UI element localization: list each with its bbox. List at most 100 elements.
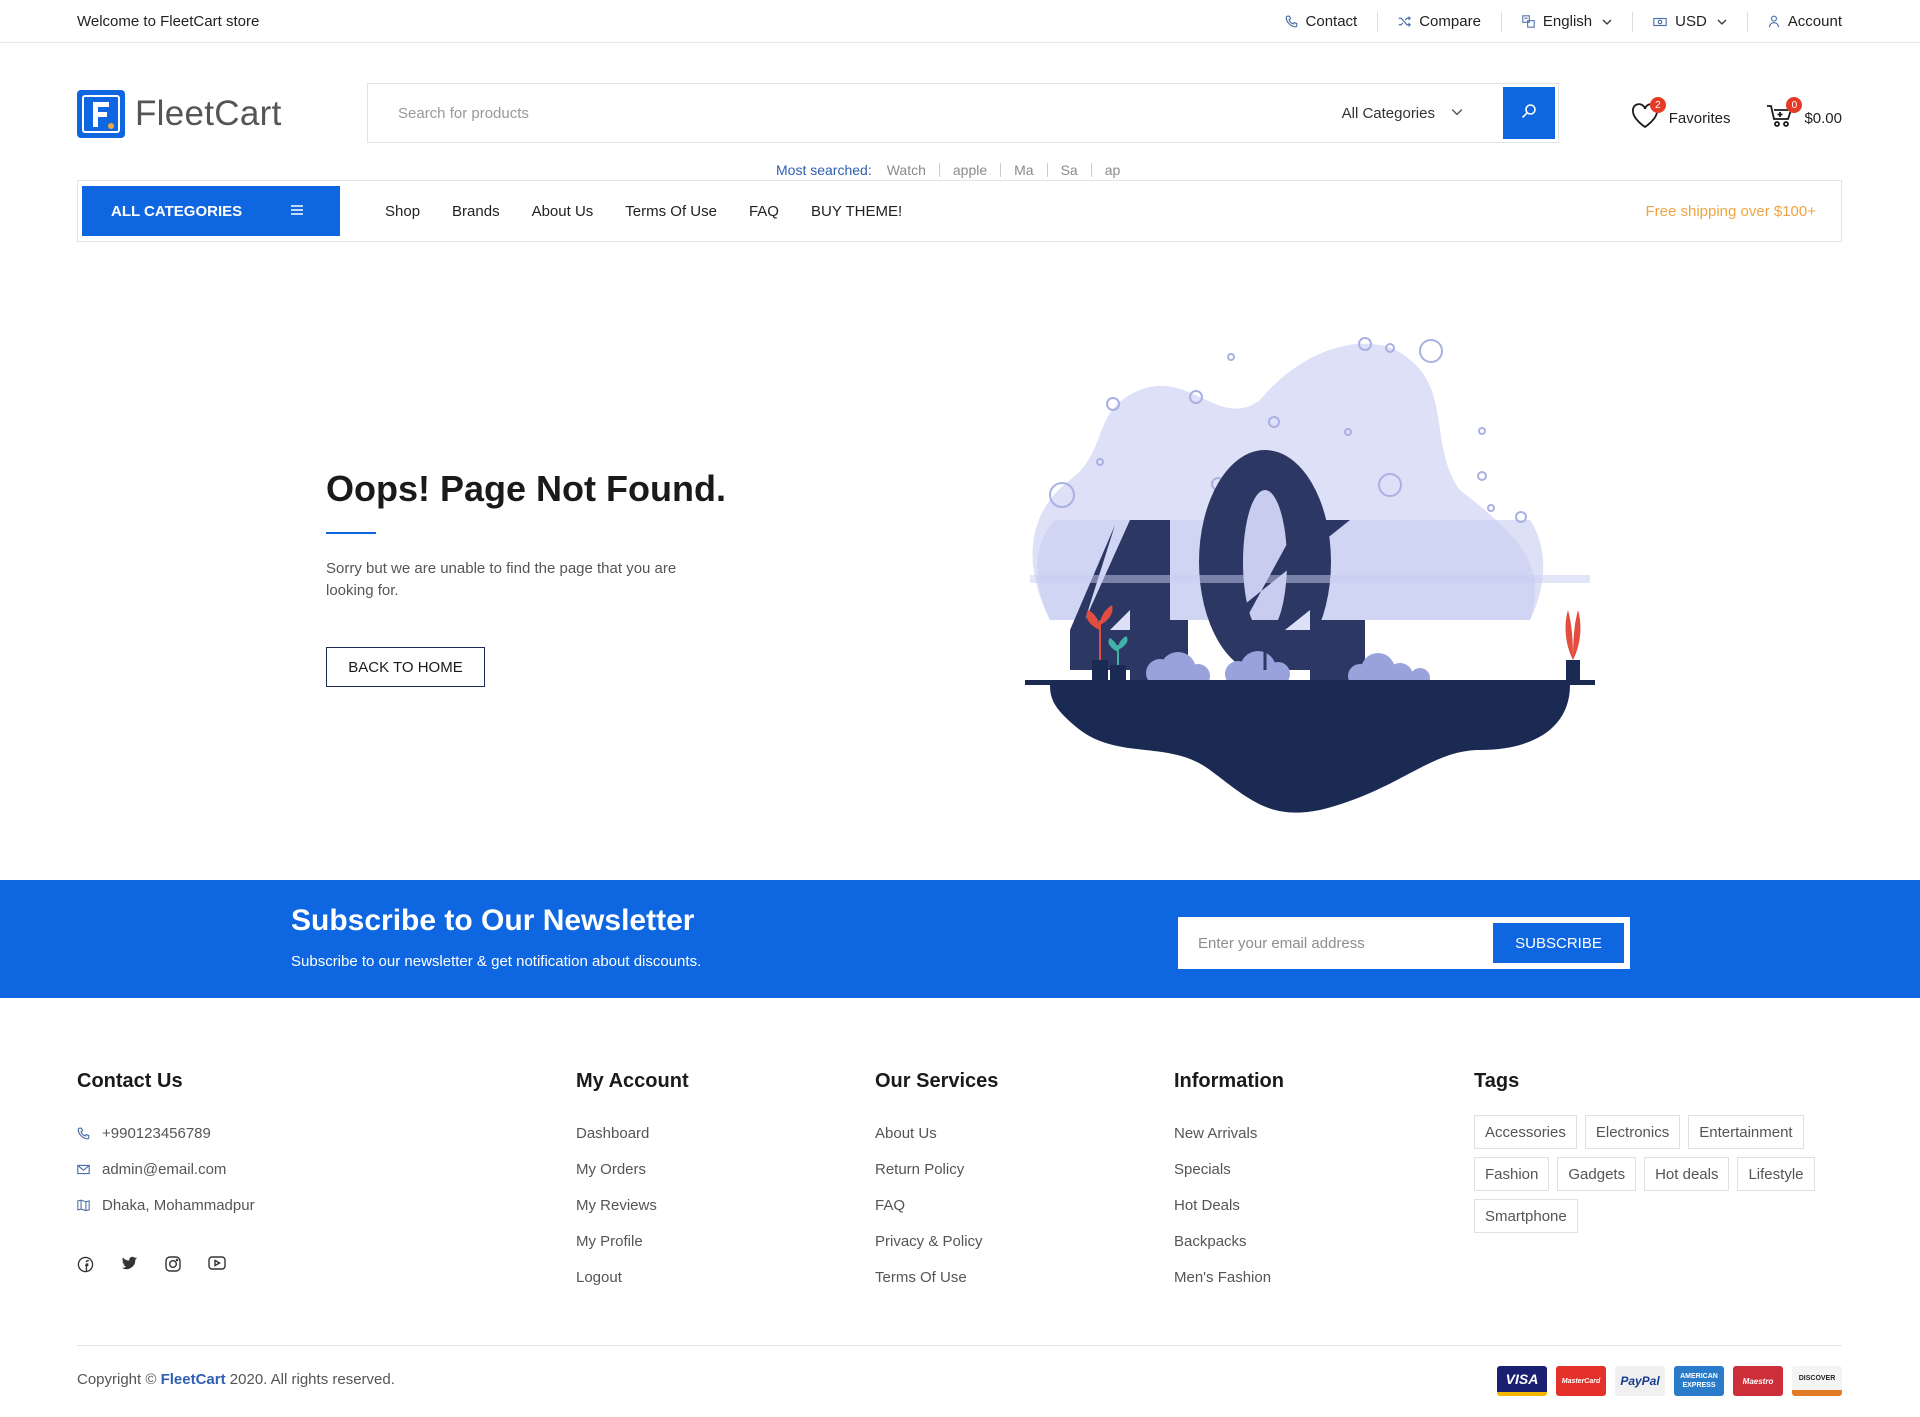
- copyright-brand[interactable]: FleetCart: [161, 1371, 226, 1388]
- footer-link[interactable]: My Profile: [576, 1233, 643, 1250]
- footer-my-account: My Account Dashboard My Orders My Review…: [576, 1070, 689, 1295]
- compare-link[interactable]: Compare: [1377, 11, 1501, 32]
- header: FleetCart All Categories Most searched: …: [0, 43, 1920, 183]
- all-categories-label: ALL CATEGORIES: [111, 202, 243, 220]
- logo-text: FleetCart: [135, 94, 282, 133]
- page-title: Oops! Page Not Found.: [326, 468, 726, 509]
- footer-link[interactable]: FAQ: [875, 1197, 905, 1214]
- facebook-icon[interactable]: [77, 1256, 94, 1278]
- newsletter-form: SUBSCRIBE: [1178, 917, 1630, 969]
- account-label: Account: [1787, 13, 1842, 30]
- footer-email-text: admin@email.com: [102, 1160, 227, 1178]
- nav-item-buy-theme[interactable]: BUY THEME!: [811, 203, 902, 220]
- footer-email: admin@email.com: [77, 1151, 255, 1187]
- currency-label: USD: [1675, 13, 1707, 30]
- contact-link[interactable]: Contact: [1265, 12, 1378, 32]
- most-searched-item[interactable]: apple: [938, 163, 1000, 177]
- category-select-label: All Categories: [1341, 104, 1435, 122]
- chevron-down-icon: [1451, 105, 1463, 122]
- subscribe-button[interactable]: SUBSCRIBE: [1493, 923, 1624, 963]
- error-section: Oops! Page Not Found. Sorry but we are u…: [0, 280, 1920, 880]
- cart-total: $0.00: [1804, 109, 1842, 127]
- footer-link[interactable]: My Reviews: [576, 1197, 657, 1214]
- most-searched: Most searched: Watch apple Ma Sa ap: [776, 162, 1133, 178]
- youtube-icon[interactable]: [208, 1256, 226, 1278]
- footer-tags: Tags Accessories Electronics Entertainme…: [1474, 1070, 1854, 1233]
- nav-item-brands[interactable]: Brands: [452, 203, 500, 220]
- back-to-home-button[interactable]: BACK TO HOME: [326, 647, 485, 687]
- most-searched-item[interactable]: Ma: [1000, 163, 1046, 177]
- search-icon: [1521, 103, 1537, 124]
- footer-link[interactable]: About Us: [875, 1125, 937, 1142]
- most-searched-item[interactable]: Watch: [887, 163, 939, 177]
- footer-link[interactable]: Backpacks: [1174, 1233, 1247, 1250]
- contact-label: Contact: [1305, 13, 1358, 30]
- footer-link[interactable]: Specials: [1174, 1161, 1231, 1178]
- search-input[interactable]: [368, 84, 1342, 142]
- nav-item-faq[interactable]: FAQ: [749, 203, 779, 220]
- most-searched-label: Most searched:: [776, 162, 872, 178]
- free-shipping-text: Free shipping over $100+: [1645, 202, 1816, 220]
- instagram-icon[interactable]: [165, 1256, 181, 1278]
- footer-divider: [77, 1345, 1842, 1346]
- copyright-suffix: 2020. All rights reserved.: [229, 1371, 395, 1388]
- tag[interactable]: Smartphone: [1474, 1199, 1578, 1233]
- nav-item-about-us[interactable]: About Us: [532, 203, 594, 220]
- tag[interactable]: Lifestyle: [1737, 1157, 1815, 1191]
- footer-link[interactable]: Men's Fashion: [1174, 1269, 1271, 1286]
- favorites-label: Favorites: [1668, 109, 1731, 127]
- menu-icon: [290, 203, 304, 220]
- logo[interactable]: FleetCart: [77, 90, 282, 138]
- footer-link[interactable]: My Orders: [576, 1161, 646, 1178]
- email-field[interactable]: [1181, 920, 1493, 966]
- nav-item-terms-of-use[interactable]: Terms Of Use: [625, 203, 717, 220]
- nav-item-shop[interactable]: Shop: [385, 203, 420, 220]
- footer-phone-text: +990123456789: [102, 1124, 211, 1142]
- search-button[interactable]: [1503, 87, 1555, 139]
- main-nav: ALL CATEGORIES Shop Brands About Us Term…: [0, 180, 1920, 242]
- header-actions: 2 Favorites 0 $0.00: [1631, 97, 1842, 133]
- footer-phone: +990123456789: [77, 1115, 255, 1151]
- category-select[interactable]: All Categories: [1342, 105, 1503, 122]
- language-select[interactable]: English: [1500, 11, 1632, 32]
- maestro-icon: Maestro: [1733, 1366, 1783, 1396]
- footer-tags-title: Tags: [1474, 1070, 1520, 1092]
- chevron-down-icon: [1602, 17, 1612, 27]
- footer-link[interactable]: Return Policy: [875, 1161, 964, 1178]
- most-searched-item[interactable]: ap: [1090, 163, 1134, 177]
- tag[interactable]: Electronics: [1584, 1115, 1681, 1149]
- tag[interactable]: Accessories: [1474, 1115, 1577, 1149]
- most-searched-item[interactable]: Sa: [1046, 163, 1091, 177]
- welcome-text: Welcome to FleetCart store: [77, 13, 260, 30]
- account-link[interactable]: Account: [1746, 11, 1842, 32]
- footer-address-text: Dhaka, Mohammadpur: [102, 1196, 255, 1214]
- footer-link[interactable]: New Arrivals: [1174, 1125, 1257, 1142]
- mail-icon: [77, 1164, 90, 1175]
- footer-link[interactable]: Terms Of Use: [875, 1269, 967, 1286]
- footer-link[interactable]: Dashboard: [576, 1125, 649, 1142]
- tag[interactable]: Hot deals: [1644, 1157, 1730, 1191]
- tag[interactable]: Entertainment: [1688, 1115, 1804, 1149]
- favorites-link[interactable]: 2 Favorites: [1631, 97, 1731, 133]
- tag[interactable]: Gadgets: [1557, 1157, 1637, 1191]
- footer-contact-title: Contact Us: [77, 1070, 183, 1092]
- cart-badge: 0: [1786, 97, 1803, 113]
- twitter-icon[interactable]: [121, 1256, 138, 1278]
- visa-icon: VISA: [1497, 1366, 1547, 1396]
- footer-link[interactable]: Hot Deals: [1174, 1197, 1240, 1214]
- newsletter-title: Subscribe to Our Newsletter: [291, 904, 695, 937]
- map-icon: [77, 1199, 90, 1211]
- phone-icon: [77, 1127, 90, 1140]
- 404-illustration: [1025, 337, 1595, 813]
- logo-icon: [77, 90, 125, 138]
- footer-link[interactable]: Privacy & Policy: [875, 1233, 983, 1250]
- compare-label: Compare: [1419, 13, 1481, 30]
- footer-contact: Contact Us +990123456789 admin@email.com…: [77, 1070, 255, 1223]
- tag[interactable]: Fashion: [1474, 1157, 1550, 1191]
- footer-link[interactable]: Logout: [576, 1269, 622, 1286]
- footer-information: Information New Arrivals Specials Hot De…: [1174, 1070, 1284, 1295]
- all-categories-button[interactable]: ALL CATEGORIES: [82, 186, 340, 236]
- search-bar: All Categories: [367, 83, 1559, 143]
- currency-select[interactable]: USD: [1632, 11, 1747, 32]
- cart-link[interactable]: 0 $0.00: [1766, 97, 1842, 133]
